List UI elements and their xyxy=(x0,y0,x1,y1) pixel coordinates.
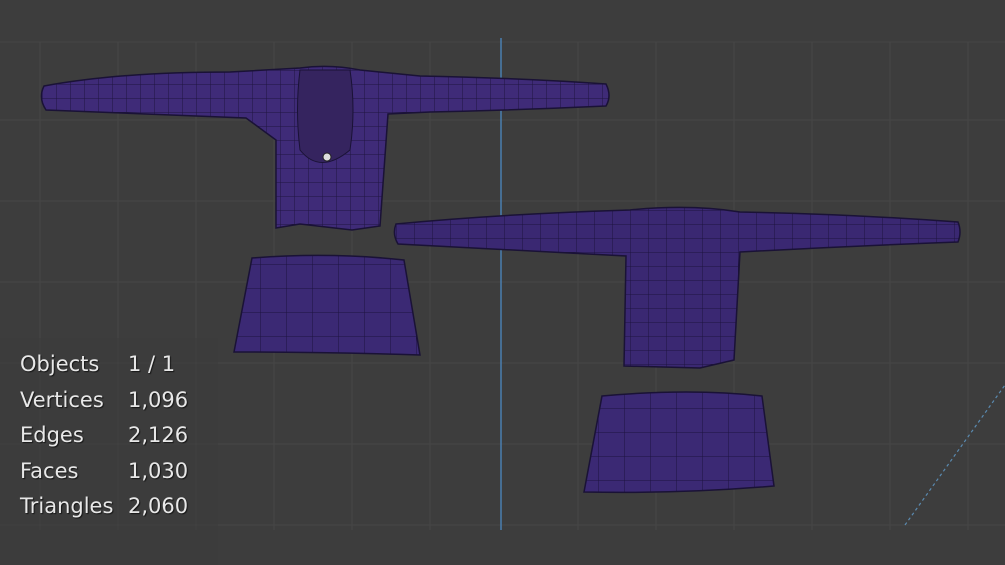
jacket-back-mesh[interactable] xyxy=(393,206,961,369)
stat-value: 2,060 xyxy=(128,494,189,518)
stat-label: Triangles xyxy=(20,494,114,518)
3d-viewport[interactable]: Objects 1 / 1 Vertices 1,096 Edges 2,126… xyxy=(0,0,1005,565)
stat-triangles: Triangles 2,060 xyxy=(20,494,218,530)
jacket-front-mesh[interactable] xyxy=(40,65,610,231)
stat-label: Faces xyxy=(20,458,79,483)
stat-label: Objects xyxy=(20,352,100,376)
stat-value: 1,096 xyxy=(128,387,189,412)
stat-value: 2,126 xyxy=(128,423,189,447)
stat-faces: Faces 1,030 xyxy=(20,459,218,495)
stat-label: Edges xyxy=(20,423,84,447)
stat-objects: Objects 1 / 1 xyxy=(20,352,218,388)
camera-guide-line xyxy=(904,384,1005,526)
viewport-statistics-overlay: Objects 1 / 1 Vertices 1,096 Edges 2,126… xyxy=(0,338,218,565)
stat-edges: Edges 2,126 xyxy=(20,423,218,459)
skirt-front-mesh[interactable] xyxy=(233,254,421,356)
stat-label: Vertices xyxy=(20,387,104,412)
stat-vertices: Vertices 1,096 xyxy=(20,388,218,424)
skirt-back-mesh[interactable] xyxy=(583,391,775,494)
stat-value: 1,030 xyxy=(128,458,189,483)
stat-value: 1 / 1 xyxy=(128,352,176,376)
